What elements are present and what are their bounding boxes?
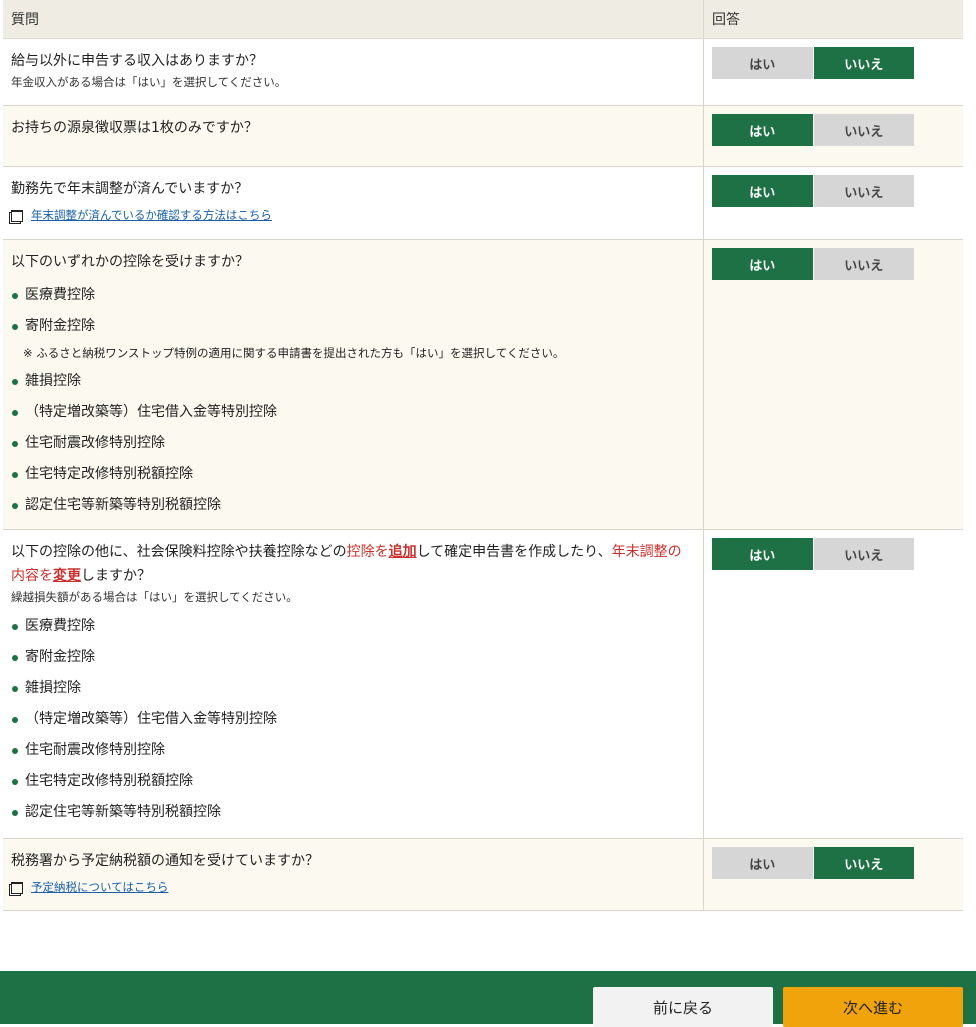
list-item: （特定増改築等）住宅借入金等特別控除: [11, 704, 695, 735]
list-item: 住宅耐震改修特別控除: [11, 735, 695, 766]
answer-cell: はい いいえ: [703, 239, 963, 530]
answer-cell: はい いいえ: [703, 166, 963, 240]
question-note: 年金収入がある場合は「はい」を選択してください。: [11, 75, 287, 89]
list-item: 医療費控除: [11, 611, 695, 642]
yes-button[interactable]: はい: [712, 248, 813, 280]
emphasis-text: 控除を: [346, 544, 389, 560]
deduction-list: 医療費控除 寄附金控除: [11, 280, 695, 342]
yes-no-toggle: はい いいえ: [712, 538, 914, 570]
answer-cell: はい いいえ: [703, 38, 963, 106]
list-item: 寄附金控除: [11, 311, 695, 342]
back-button[interactable]: 前に戻る: [593, 987, 773, 1027]
no-button[interactable]: いいえ: [813, 114, 914, 146]
question-column-header: 質問: [3, 0, 704, 39]
deduction-list: 雑損控除 （特定増改築等）住宅借入金等特別控除 住宅耐震改修特別控除 住宅特定改…: [11, 366, 695, 521]
table-row: お持ちの源泉徴収票は1枚のみですか？ はい いいえ: [3, 105, 963, 167]
answer-cell: はい いいえ: [703, 838, 963, 911]
question-cell: 勤務先で年末調整が済んでいますか？ 年末調整が済んでいるか確認する方法はこちら: [3, 166, 704, 240]
yes-no-toggle: はい いいえ: [712, 847, 914, 879]
answer-cell: はい いいえ: [703, 105, 963, 167]
question-text: 以下のいずれかの控除を受けますか？: [11, 254, 249, 270]
list-item: 住宅特定改修特別税額控除: [11, 459, 695, 490]
no-button[interactable]: いいえ: [813, 847, 914, 879]
question-cell: お持ちの源泉徴収票は1枚のみですか？: [3, 105, 704, 167]
questions-table: 質問 回答 給与以外に申告する収入はありますか？ 年金収入がある場合は「はい」を…: [3, 0, 963, 911]
question-note: 繰越損失額がある場合は「はい」を選択してください。: [11, 590, 298, 604]
new-window-icon: [11, 882, 23, 894]
emphasis-keyword: 追加: [388, 544, 417, 560]
footer-bar: 前に戻る 次へ進む: [0, 971, 976, 1027]
help-link-row: 年末調整が済んでいるか確認する方法はこちら: [11, 207, 695, 223]
table-row: 給与以外に申告する収入はありますか？ 年金収入がある場合は「はい」を選択してくだ…: [3, 38, 963, 106]
yes-button[interactable]: はい: [712, 114, 813, 146]
question-text: お持ちの源泉徴収票は1枚のみですか？: [11, 120, 258, 136]
emphasis-keyword: 変更: [53, 568, 81, 584]
new-window-icon: [11, 210, 23, 222]
question-text: 勤務先で年末調整が済んでいますか？: [11, 181, 249, 197]
help-link-row: 予定納税についてはこちら: [11, 879, 695, 895]
list-item: 認定住宅等新築等特別税額控除: [11, 490, 695, 521]
list-item: 認定住宅等新築等特別税額控除: [11, 797, 695, 828]
deduction-list: 医療費控除 寄附金控除 雑損控除 （特定増改築等）住宅借入金等特別控除 住宅耐震…: [11, 611, 695, 828]
no-button[interactable]: いいえ: [813, 538, 914, 570]
question-subnote: ※ ふるさと納税ワンストップ特例の適用に関する申請書を提出された方も「はい」を選…: [23, 346, 565, 360]
no-button[interactable]: いいえ: [813, 175, 914, 207]
table-row: 以下の控除の他に、社会保険料控除や扶養控除などの控除を追加して確定申告書を作成し…: [3, 529, 963, 839]
help-link[interactable]: 予定納税についてはこちら: [31, 879, 168, 895]
question-cell: 以下の控除の他に、社会保険料控除や扶養控除などの控除を追加して確定申告書を作成し…: [3, 529, 704, 839]
no-button[interactable]: いいえ: [813, 248, 914, 280]
list-item: 住宅耐震改修特別控除: [11, 428, 695, 459]
help-link[interactable]: 年末調整が済んでいるか確認する方法はこちら: [31, 207, 272, 223]
table-row: 税務署から予定納税額の通知を受けていますか？ 予定納税についてはこちら はい い…: [3, 838, 963, 911]
yes-no-toggle: はい いいえ: [712, 114, 914, 146]
yes-button[interactable]: はい: [712, 47, 813, 79]
list-item: 寄附金控除: [11, 642, 695, 673]
next-button[interactable]: 次へ進む: [783, 987, 963, 1027]
yes-button[interactable]: はい: [712, 847, 813, 879]
question-text-part: 以下の控除の他に、社会保険料控除や扶養控除などの: [11, 544, 347, 560]
answer-cell: はい いいえ: [703, 529, 963, 839]
list-item: （特定増改築等）住宅借入金等特別控除: [11, 397, 695, 428]
list-item: 雑損控除: [11, 673, 695, 704]
yes-button[interactable]: はい: [712, 175, 813, 207]
table-header-row: 質問 回答: [3, 0, 963, 39]
table-row: 以下のいずれかの控除を受けますか？ 医療費控除 寄附金控除 ※ ふるさと納税ワン…: [3, 239, 963, 530]
question-cell: 給与以外に申告する収入はありますか？ 年金収入がある場合は「はい」を選択してくだ…: [3, 38, 704, 106]
answer-column-header: 回答: [703, 0, 963, 39]
question-text: 税務署から予定納税額の通知を受けていますか？: [11, 853, 319, 869]
yes-no-toggle: はい いいえ: [712, 47, 914, 79]
no-button[interactable]: いいえ: [813, 47, 914, 79]
question-cell: 以下のいずれかの控除を受けますか？ 医療費控除 寄附金控除 ※ ふるさと納税ワン…: [3, 239, 704, 530]
yes-no-toggle: はい いいえ: [712, 248, 914, 280]
question-cell: 税務署から予定納税額の通知を受けていますか？ 予定納税についてはこちら: [3, 838, 704, 911]
question-text: 給与以外に申告する収入はありますか？: [11, 53, 263, 69]
yes-button[interactable]: はい: [712, 538, 813, 570]
list-item: 医療費控除: [11, 280, 695, 311]
table-row: 勤務先で年末調整が済んでいますか？ 年末調整が済んでいるか確認する方法はこちら …: [3, 166, 963, 240]
question-text-part: しますか？: [81, 568, 151, 584]
question-text: 以下の控除の他に、社会保険料控除や扶養控除などの控除を追加して確定申告書を作成し…: [11, 540, 695, 588]
question-text-part: して確定申告書を作成したり、: [416, 544, 612, 560]
yes-no-toggle: はい いいえ: [712, 175, 914, 207]
list-item: 住宅特定改修特別税額控除: [11, 766, 695, 797]
list-item: 雑損控除: [11, 366, 695, 397]
